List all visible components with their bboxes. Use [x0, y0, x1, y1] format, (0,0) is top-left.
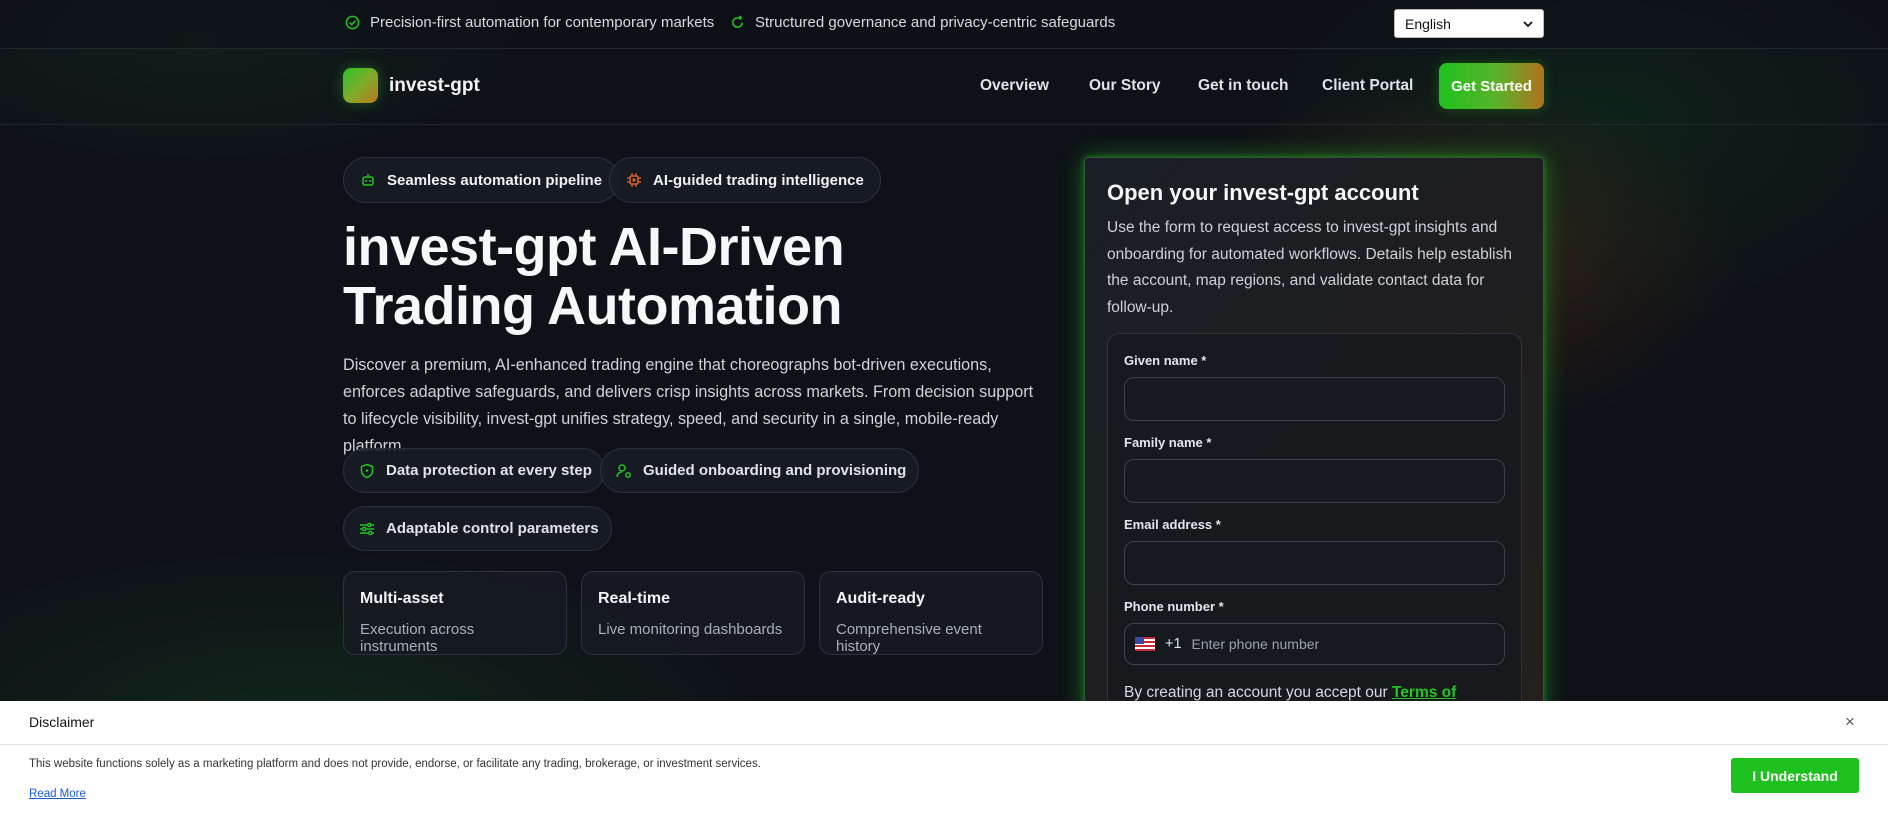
phone-field: +1 [1124, 623, 1505, 665]
pill-trading-intelligence: AI-guided trading intelligence [609, 157, 881, 203]
pill-text: Seamless automation pipeline [387, 171, 603, 189]
close-icon[interactable]: × [1845, 712, 1855, 732]
shield-icon [360, 463, 374, 478]
feature-control-parameters: Adaptable control parameters [343, 506, 612, 551]
family-name-label: Family name * [1124, 435, 1212, 450]
given-name-input[interactable] [1124, 377, 1505, 421]
stat-title: Real-time [598, 590, 671, 607]
us-flag-icon[interactable] [1135, 637, 1155, 651]
disclaimer-banner: Disclaimer × This website functions sole… [0, 701, 1888, 818]
stat-title: Multi-asset [360, 590, 444, 607]
brand-name[interactable]: invest-gpt [389, 75, 480, 97]
nav-link-get-in-touch[interactable]: Get in touch [1198, 77, 1288, 95]
feature-text: Adaptable control parameters [386, 520, 599, 537]
pill-text: AI-guided trading intelligence [653, 171, 864, 189]
disclaimer-header: Disclaimer × [0, 701, 1888, 745]
perk-precision: Precision-first automation for contempor… [345, 14, 714, 31]
chip-icon [627, 173, 641, 187]
stat-subtitle: Execution across instruments [360, 621, 475, 655]
terms-text: By creating an account you accept our Te… [1124, 684, 1456, 702]
nav-link-overview[interactable]: Overview [980, 77, 1049, 95]
signup-form: Given name * Family name * Email address… [1107, 333, 1522, 716]
phone-input[interactable] [1191, 636, 1494, 652]
stat-card-audit-ready: Audit-ready Comprehensive event history [819, 571, 1043, 655]
read-more-link[interactable]: Read More [29, 788, 86, 800]
family-name-input[interactable] [1124, 459, 1505, 503]
main-navigation: invest-gpt Overview Our Story Get in tou… [0, 49, 1888, 125]
feature-guided-onboarding: Guided onboarding and provisioning [600, 448, 920, 493]
hero-title-line1: invest-gpt AI-Driven [343, 217, 845, 277]
nav-link-client-portal[interactable]: Client Portal [1322, 77, 1413, 95]
terms-link[interactable]: Terms of [1392, 684, 1456, 701]
given-name-label: Given name * [1124, 353, 1207, 368]
feature-text: Guided onboarding and provisioning [643, 462, 907, 479]
signup-title: Open your invest-gpt account [1107, 180, 1419, 205]
perk-text: Structured governance and privacy-centri… [755, 14, 1116, 31]
terms-prefix: By creating an account you accept our [1124, 684, 1392, 701]
stat-subtitle: Live monitoring dashboards [598, 621, 783, 638]
signup-description: Use the form to request access to invest… [1107, 219, 1512, 316]
check-badge-icon [345, 15, 360, 30]
chevron-down-icon [1523, 20, 1533, 27]
i-understand-button[interactable]: I Understand [1731, 758, 1859, 793]
feature-data-protection: Data protection at every step [343, 448, 605, 493]
hero-description: Discover a premium, AI-enhanced trading … [343, 356, 1034, 455]
language-select[interactable]: English [1394, 9, 1544, 38]
email-label: Email address * [1124, 517, 1221, 532]
get-started-button[interactable]: Get Started [1439, 63, 1544, 109]
hero-title: invest-gpt AI-Driven Trading Automation [343, 218, 983, 336]
phone-label: Phone number * [1124, 599, 1224, 614]
perk-text: Precision-first automation for contempor… [370, 14, 715, 31]
email-input[interactable] [1124, 541, 1505, 585]
feature-text: Data protection at every step [386, 462, 592, 479]
nav-link-our-story[interactable]: Our Story [1089, 77, 1160, 95]
stat-card-real-time: Real-time Live monitoring dashboards [581, 571, 805, 655]
stat-card-multi-asset: Multi-asset Execution across instruments [343, 571, 567, 655]
pill-automation-pipeline: Seamless automation pipeline [343, 157, 620, 203]
disclaimer-body: This website functions solely as a marke… [29, 758, 761, 770]
signup-card: Open your invest-gpt account Use the for… [1084, 157, 1544, 717]
sliders-icon [360, 522, 374, 535]
perk-governance: Structured governance and privacy-centri… [730, 14, 1115, 31]
user-gear-icon [616, 463, 631, 478]
brand-logo-icon[interactable] [343, 68, 378, 103]
hero-title-line2: Trading Automation [343, 276, 842, 336]
disclaimer-title: Disclaimer [29, 714, 95, 730]
stat-title: Audit-ready [836, 590, 925, 607]
stat-subtitle: Comprehensive event history [836, 621, 982, 655]
dial-code[interactable]: +1 [1165, 636, 1182, 652]
language-value: English [1405, 15, 1451, 32]
robot-icon [362, 174, 374, 186]
refresh-shield-icon [732, 15, 743, 28]
top-announcement-bar: Precision-first automation for contempor… [0, 0, 1888, 49]
